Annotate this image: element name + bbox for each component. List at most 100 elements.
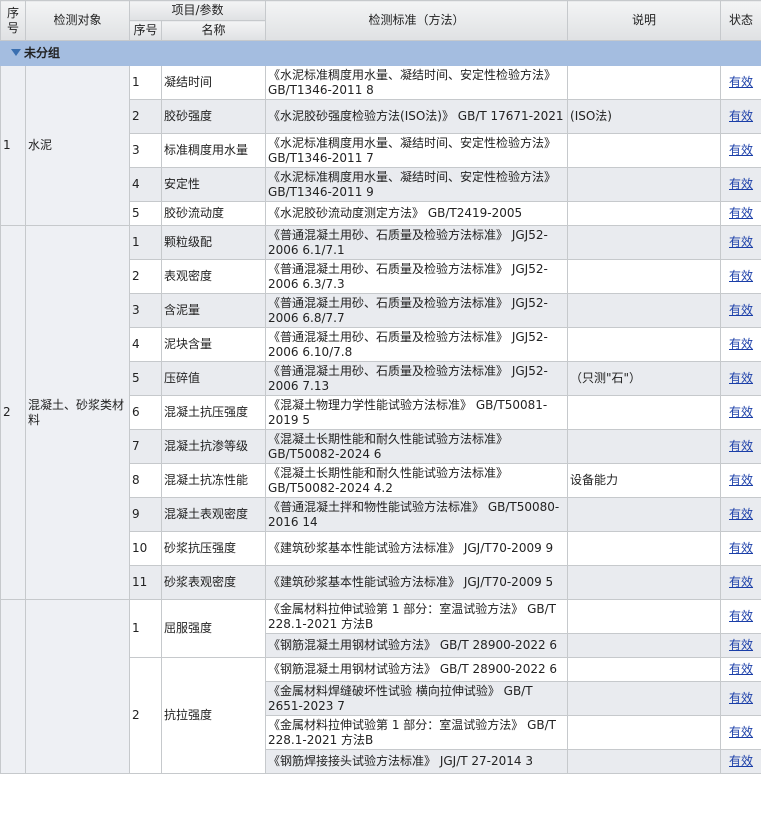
status-link[interactable]: 有效: [729, 691, 753, 705]
standards-table: 序号 检测对象 项目/参数 检测标准（方法） 说明 状态 序号 名称 未分组 1…: [0, 0, 761, 774]
status-link[interactable]: 有效: [729, 662, 753, 676]
standard-cell: 《钢筋焊接接头试验方法标准》 JGJ/T 27-2014 3: [265, 749, 569, 774]
item-no: 9: [129, 497, 162, 532]
status-link[interactable]: 有效: [729, 206, 753, 220]
item-no: 1: [129, 599, 162, 658]
standard-cell: 《金属材料拉伸试验第 1 部分：室温试验方法》 GB/T 228.1-2021 …: [265, 599, 569, 634]
item-no: 3: [129, 133, 162, 168]
header-seq: 序号: [0, 0, 26, 41]
status-cell: 有效: [720, 633, 761, 658]
item-name: 颗粒级配: [160, 225, 267, 260]
item-no: 8: [129, 463, 162, 498]
item-no: 1: [129, 65, 162, 100]
status-cell: 有效: [720, 65, 761, 100]
note-cell: [567, 65, 722, 100]
status-link[interactable]: 有效: [729, 754, 753, 768]
group-label: 未分组: [24, 45, 61, 60]
standard-cell: 《普通混凝土用砂、石质量及检验方法标准》 JGJ52-2006 7.13: [265, 361, 569, 396]
object-seq: [0, 599, 26, 774]
standard-cell: 《建筑砂浆基本性能试验方法标准》 JGJ/T70-2009 9: [265, 531, 569, 566]
note-cell: 设备能力: [567, 463, 722, 498]
standard-cell: 《钢筋混凝土用钢材试验方法》 GB/T 28900-2022 6: [265, 657, 569, 682]
item-name: 表观密度: [160, 259, 267, 294]
item-name: 混凝土抗压强度: [160, 395, 267, 430]
status-cell: 有效: [720, 361, 761, 396]
status-cell: 有效: [720, 327, 761, 362]
item-name: 胶砂强度: [160, 99, 267, 134]
status-cell: 有效: [720, 201, 761, 226]
table-row: 1 屈服强度 《金属材料拉伸试验第 1 部分：室温试验方法》 GB/T 228.1-…: [0, 599, 761, 774]
note-cell: [567, 749, 722, 774]
status-link[interactable]: 有效: [729, 109, 753, 123]
item-name: 混凝土抗渗等级: [160, 429, 267, 464]
status-link[interactable]: 有效: [729, 638, 753, 652]
item-name: 砂浆表观密度: [160, 565, 267, 600]
item-no: 10: [129, 531, 162, 566]
status-link[interactable]: 有效: [729, 507, 753, 521]
item-name: 胶砂流动度: [160, 201, 267, 226]
object-seq: 2: [0, 225, 26, 600]
status-cell: 有效: [720, 395, 761, 430]
header-standard: 检测标准（方法）: [265, 0, 569, 41]
item-no: 11: [129, 565, 162, 600]
standard-cell: 《水泥标准稠度用水量、凝结时间、安定性检验方法》 GB/T1346-2011 9: [265, 167, 569, 202]
header-status: 状态: [720, 0, 761, 41]
note-cell: [567, 201, 722, 226]
note-cell: [567, 715, 722, 750]
standard-cell: 《普通混凝土用砂、石质量及检验方法标准》 JGJ52-2006 6.10/7.8: [265, 327, 569, 362]
status-link[interactable]: 有效: [729, 143, 753, 157]
triangle-down-icon[interactable]: [11, 48, 21, 56]
status-cell: 有效: [720, 681, 761, 716]
note-cell: [567, 327, 722, 362]
header-item-name: 名称: [160, 20, 267, 41]
status-link[interactable]: 有效: [729, 405, 753, 419]
status-link[interactable]: 有效: [729, 725, 753, 739]
item-no: 3: [129, 293, 162, 328]
item-no: 2: [129, 657, 162, 774]
standard-cell: 《混凝土物理力学性能试验方法标准》 GB/T50081-2019 5: [265, 395, 569, 430]
standard-cell: 《建筑砂浆基本性能试验方法标准》 JGJ/T70-2009 5: [265, 565, 569, 600]
standard-cell: 《普通混凝土用砂、石质量及检验方法标准》 JGJ52-2006 6.3/7.3: [265, 259, 569, 294]
table-row: 1 水泥 1 凝结时间 《水泥标准稠度用水量、凝结时间、安定性检验方法》 GB/T134…: [0, 65, 761, 226]
standard-cell: 《水泥标准稠度用水量、凝结时间、安定性检验方法》 GB/T1346-2011 8: [265, 65, 569, 100]
status-link[interactable]: 有效: [729, 609, 753, 623]
status-link[interactable]: 有效: [729, 235, 753, 249]
status-link[interactable]: 有效: [729, 269, 753, 283]
note-cell: [567, 681, 722, 716]
item-no: 5: [129, 361, 162, 396]
status-link[interactable]: 有效: [729, 439, 753, 453]
standard-cell: 《水泥胶砂强度检验方法(ISO法)》 GB/T 17671-2021: [265, 99, 569, 134]
status-link[interactable]: 有效: [729, 177, 753, 191]
note-cell: [567, 225, 722, 260]
status-cell: 有效: [720, 293, 761, 328]
status-cell: 有效: [720, 657, 761, 682]
note-cell: [567, 167, 722, 202]
status-link[interactable]: 有效: [729, 575, 753, 589]
status-link[interactable]: 有效: [729, 473, 753, 487]
header-object: 检测对象: [25, 0, 130, 41]
object-name: 混凝土、砂浆类材料: [25, 225, 130, 600]
note-cell: [567, 531, 722, 566]
note-cell: (ISO法): [567, 99, 722, 134]
item-no: 2: [129, 259, 162, 294]
standard-cell: 《水泥胶砂流动度测定方法》 GB/T2419-2005: [265, 201, 569, 226]
group-row[interactable]: 未分组: [0, 40, 761, 66]
note-cell: [567, 293, 722, 328]
status-link[interactable]: 有效: [729, 75, 753, 89]
status-link[interactable]: 有效: [729, 337, 753, 351]
status-cell: 有效: [720, 565, 761, 600]
status-cell: 有效: [720, 749, 761, 774]
status-link[interactable]: 有效: [729, 541, 753, 555]
item-no: 1: [129, 225, 162, 260]
item-name: 压碎值: [160, 361, 267, 396]
status-link[interactable]: 有效: [729, 371, 753, 385]
object-name: 水泥: [25, 65, 130, 226]
object-seq: 1: [0, 65, 26, 226]
item-name: 砂浆抗压强度: [160, 531, 267, 566]
status-link[interactable]: 有效: [729, 303, 753, 317]
item-no: 6: [129, 395, 162, 430]
item-no: 5: [129, 201, 162, 226]
note-cell: [567, 599, 722, 634]
note-cell: [567, 565, 722, 600]
object-name: [25, 599, 130, 774]
